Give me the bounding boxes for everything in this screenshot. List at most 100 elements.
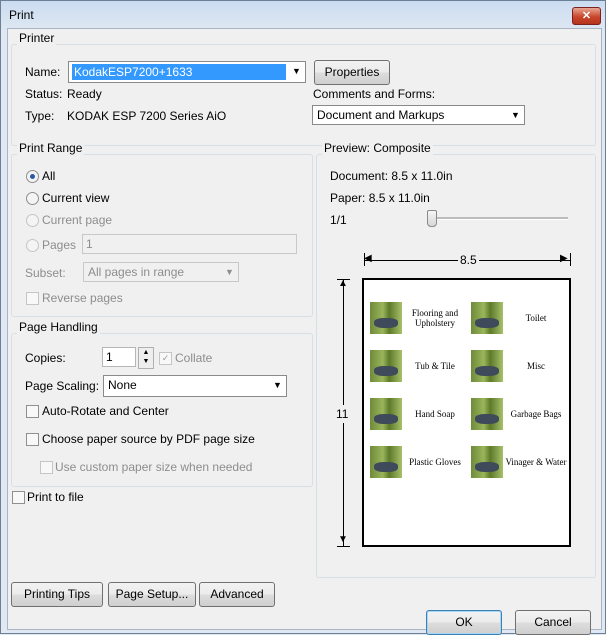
current-page-radio[interactable]	[26, 214, 39, 227]
page-setup-button[interactable]: Page Setup...	[108, 582, 196, 607]
printer-name-select[interactable]: KodakESP7200+1633 ▼	[68, 61, 306, 83]
preview-thumbnail	[370, 302, 402, 334]
printer-group-label: Printer	[17, 31, 57, 45]
cancel-button[interactable]: Cancel	[515, 610, 591, 635]
page-scaling-label: Page Scaling:	[25, 379, 100, 393]
spin-down-icon[interactable]: ▼	[139, 357, 153, 366]
page-scaling-select[interactable]: None ▼	[103, 375, 287, 397]
page-counter: 1/1	[330, 213, 347, 227]
status-label: Status:	[25, 87, 63, 101]
copies-input[interactable]: 1	[102, 347, 136, 367]
print-to-file-checkbox[interactable]	[12, 491, 25, 504]
height-dim-arrow-up-icon: ▲	[338, 278, 348, 289]
custom-paper-label[interactable]: Use custom paper size when needed	[55, 460, 252, 474]
paper-size: Paper: 8.5 x 11.0in	[330, 191, 430, 205]
title-bar: Print ✕	[1, 1, 605, 29]
advanced-button[interactable]: Advanced	[199, 582, 275, 607]
preview-item-label: Plastic Gloves	[409, 457, 461, 467]
subset-label: Subset:	[25, 266, 66, 280]
print-range-label: Print Range	[17, 141, 85, 155]
copies-label: Copies:	[25, 351, 66, 365]
pages-label[interactable]: Pages	[42, 238, 76, 252]
status-value: Ready	[67, 87, 102, 101]
print-dialog: Print ✕ Printer Name: KodakESP7200+1633 …	[0, 0, 606, 635]
preview-item: Tub & Tile	[370, 350, 468, 386]
preview-item-label: Garbage Bags	[510, 409, 562, 419]
preview-thumbnail	[370, 398, 402, 430]
copies-spinner[interactable]: ▲ ▼	[138, 347, 154, 369]
reverse-pages-checkbox[interactable]	[26, 292, 39, 305]
close-icon: ✕	[581, 10, 592, 22]
chevron-down-icon: ▼	[273, 380, 282, 390]
width-dim-arrow-left-icon: ◀	[364, 253, 372, 264]
dialog-title: Print	[9, 8, 34, 22]
preview-label: Preview: Composite	[322, 141, 433, 155]
preview-thumbnail	[370, 446, 402, 478]
current-view-radio[interactable]	[26, 192, 39, 205]
preview-item-label: Flooring and Upholstery	[411, 308, 459, 328]
page-slider-thumb[interactable]	[427, 210, 437, 227]
pages-input-value: 1	[86, 237, 93, 251]
ok-button[interactable]: OK	[426, 610, 502, 635]
pages-input[interactable]: 1	[82, 234, 297, 254]
copies-value: 1	[106, 350, 113, 364]
comments-forms-label: Comments and Forms:	[313, 87, 436, 101]
preview-item-label: Misc	[527, 361, 545, 371]
document-size: Document: 8.5 x 11.0in	[330, 169, 453, 183]
preview-thumbnail	[471, 350, 503, 382]
all-label[interactable]: All	[42, 169, 55, 183]
preview-item-label: Toilet	[525, 313, 547, 323]
preview-item: Flooring and Upholstery	[370, 302, 468, 338]
preview-item-label: Vinager & Water	[505, 457, 567, 467]
print-to-file-label[interactable]: Print to file	[27, 490, 84, 504]
collate-label[interactable]: Collate	[175, 351, 212, 365]
subset-value: All pages in range	[88, 265, 185, 279]
height-dimension: 11	[336, 405, 349, 423]
current-view-label[interactable]: Current view	[42, 191, 109, 205]
preview-item: Garbage Bags	[471, 398, 569, 434]
preview-item-label: Hand Soap	[415, 409, 455, 419]
preview-item: Toilet	[471, 302, 569, 338]
printer-name-value: KodakESP7200+1633	[72, 64, 286, 80]
preview-thumbnail	[471, 398, 503, 430]
preview-item: Misc	[471, 350, 569, 386]
subset-select[interactable]: All pages in range ▼	[83, 262, 239, 282]
chevron-down-icon: ▼	[511, 110, 520, 120]
chevron-down-icon: ▼	[225, 267, 234, 277]
page-preview: Flooring and Upholstery Toilet Tub & Til…	[362, 278, 571, 547]
type-label: Type:	[25, 109, 55, 123]
auto-rotate-checkbox[interactable]	[26, 405, 39, 418]
preview-item: Plastic Gloves	[370, 446, 468, 482]
paper-source-label[interactable]: Choose paper source by PDF page size	[42, 432, 255, 446]
pages-radio[interactable]	[26, 239, 39, 252]
preview-thumbnail	[370, 350, 402, 382]
comments-forms-value: Document and Markups	[317, 108, 445, 122]
custom-paper-checkbox[interactable]	[40, 461, 53, 474]
paper-source-checkbox[interactable]	[26, 433, 39, 446]
auto-rotate-label[interactable]: Auto-Rotate and Center	[42, 404, 169, 418]
printing-tips-button[interactable]: Printing Tips	[11, 582, 103, 607]
preview-item: Hand Soap	[370, 398, 468, 434]
type-value: KODAK ESP 7200 Series AiO	[67, 109, 227, 123]
preview-thumbnail	[471, 446, 503, 478]
current-page-label[interactable]: Current page	[42, 213, 112, 227]
preview-item: Vinager & Water	[471, 446, 569, 482]
collate-checkbox[interactable]: ✓	[159, 352, 172, 365]
spin-up-icon[interactable]: ▲	[139, 348, 153, 357]
printer-name-label: Name:	[25, 65, 61, 79]
page-scaling-value: None	[108, 378, 137, 392]
preview-item-label: Tub & Tile	[415, 361, 455, 371]
reverse-pages-label[interactable]: Reverse pages	[42, 291, 123, 305]
close-button[interactable]: ✕	[572, 7, 601, 25]
comments-forms-select[interactable]: Document and Markups ▼	[312, 105, 525, 125]
height-dim-tick-bottom	[337, 546, 350, 547]
width-dim-tick-right	[570, 253, 571, 266]
chevron-down-icon: ▼	[292, 66, 301, 76]
width-dimension: 8.5	[458, 253, 479, 267]
dialog-body: Printer Name: KodakESP7200+1633 ▼ Proper…	[7, 28, 602, 635]
preview-thumbnail	[471, 302, 503, 334]
properties-button[interactable]: Properties	[314, 60, 390, 85]
all-radio[interactable]	[26, 170, 39, 183]
width-dim-arrow-right-icon: ▶	[560, 253, 568, 264]
page-slider-track[interactable]	[428, 217, 568, 220]
